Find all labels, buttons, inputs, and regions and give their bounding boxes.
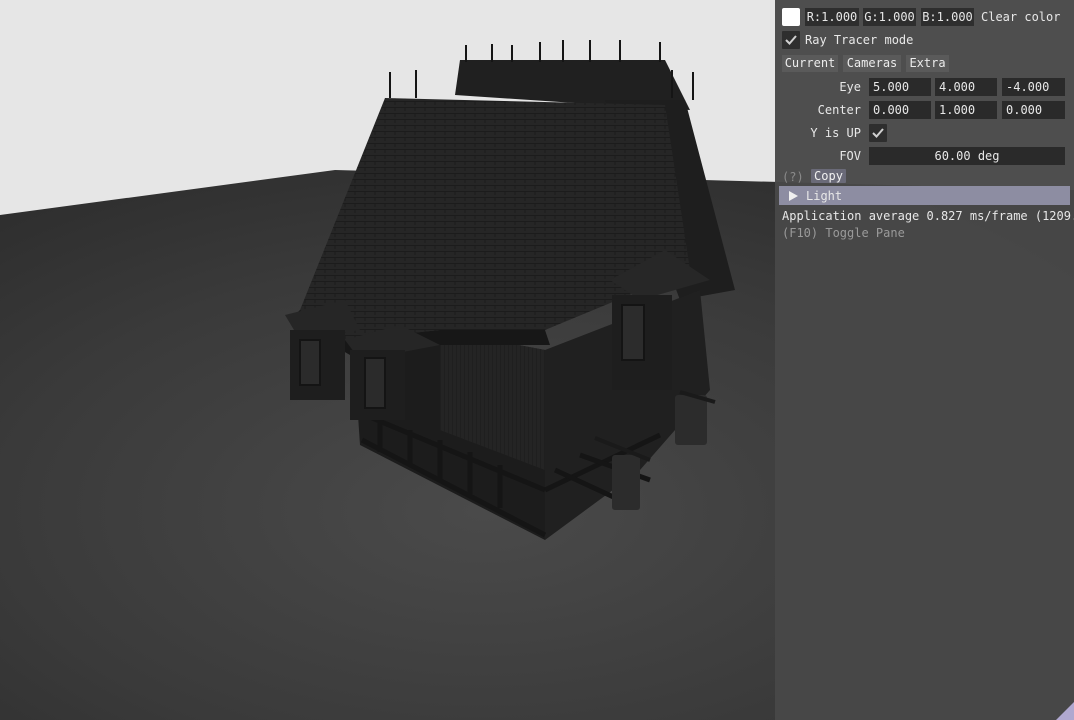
settings-pane: R:1.000 G:1.000 B:1.000 Clear color Ray … — [775, 0, 1074, 720]
clear-color-g-field[interactable]: G:1.000 — [863, 8, 916, 26]
frame-stats-text: Application average 0.827 ms/frame (1209… — [782, 209, 1074, 223]
center-y-field[interactable]: 1.000 — [935, 101, 997, 119]
clear-color-r-field[interactable]: R:1.000 — [805, 8, 859, 26]
ray-tracer-checkbox[interactable] — [782, 31, 800, 49]
center-label: Center — [817, 103, 861, 117]
eye-x-field[interactable]: 5.000 — [869, 78, 931, 96]
center-z-field[interactable]: 0.000 — [1002, 101, 1065, 119]
ray-tracer-label: Ray Tracer mode — [805, 33, 914, 47]
clear-color-b-field[interactable]: B:1.000 — [921, 8, 974, 26]
fov-slider[interactable]: 60.00 deg — [869, 147, 1065, 165]
center-x-field[interactable]: 0.000 — [869, 101, 931, 119]
help-marker[interactable]: (?) — [782, 168, 804, 186]
check-icon — [785, 35, 797, 45]
triangle-right-icon — [789, 191, 798, 201]
clear-color-label: Clear color — [981, 10, 1061, 24]
light-header-label: Light — [806, 189, 843, 203]
copy-button[interactable]: Copy — [811, 169, 846, 183]
light-collapsing-header[interactable]: Light — [779, 186, 1070, 205]
resize-grip[interactable] — [1056, 702, 1074, 720]
yup-label: Y is UP — [810, 126, 861, 140]
clear-color-swatch[interactable] — [782, 8, 800, 26]
yup-checkbox[interactable] — [869, 124, 887, 142]
eye-y-field[interactable]: 4.000 — [935, 78, 997, 96]
tab-extra[interactable]: Extra — [906, 55, 949, 72]
toggle-pane-hint: (F10) Toggle Pane — [782, 226, 905, 240]
eye-label: Eye — [839, 80, 861, 94]
check-icon — [872, 128, 884, 138]
eye-z-field[interactable]: -4.000 — [1002, 78, 1065, 96]
fov-label: FOV — [839, 149, 861, 163]
tab-current[interactable]: Current — [782, 55, 838, 72]
tab-cameras[interactable]: Cameras — [843, 55, 901, 72]
